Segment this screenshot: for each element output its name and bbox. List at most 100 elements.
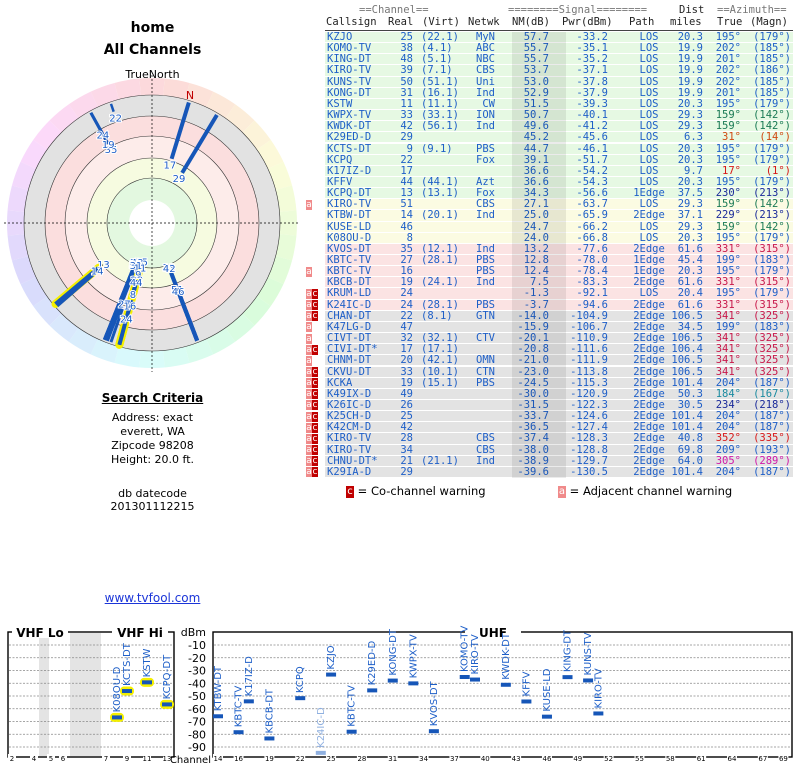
signal-bar[interactable]: [408, 681, 419, 686]
power-cell: -92.1: [576, 287, 608, 300]
x-tick-label: 16: [234, 755, 243, 763]
station-channel-label: 17: [163, 161, 176, 172]
table-row[interactable]: KIRO-TV 28 CBS -37.4 -128.3 2Edge 40.8 352° (335…: [325, 432, 793, 445]
virtual-channel-cell: (9.1): [421, 142, 453, 155]
table-row[interactable]: CKVU-DT 33 (10.1) CTN -23.0 -113.8 2Edge 106.5 3…: [325, 365, 793, 378]
power-cell: -128.3: [570, 432, 608, 445]
signal-bar[interactable]: [562, 675, 573, 680]
signal-bar[interactable]: [346, 729, 357, 734]
signal-bar[interactable]: [500, 682, 511, 687]
x-tick-label: 13: [163, 755, 172, 763]
adjacent-legend-text: = Adjacent channel warning: [569, 484, 733, 498]
header-nm: NM(dB): [512, 16, 550, 28]
signal-bar[interactable]: [593, 711, 604, 716]
signal-bar[interactable]: [295, 696, 306, 701]
signal-bar[interactable]: [142, 680, 152, 685]
unused-band-shade: [70, 633, 101, 756]
signal-bar[interactable]: [315, 750, 326, 755]
azimuth-magnetic-cell: (186°): [753, 64, 791, 77]
path-cell: LOS: [639, 142, 659, 155]
table-row[interactable]: K29IA-D 29 -39.6 -130.5 2Edge 101.4 204° (187°): [325, 465, 793, 478]
x-tick-label: 9: [125, 755, 129, 763]
path-cell: LOS: [639, 131, 659, 144]
signal-bar[interactable]: [112, 715, 122, 720]
x-tick-label: 49: [573, 755, 582, 763]
table-row[interactable]: KTBW-DT 14 (20.1) Ind 25.0 -65.9 2Edge 37.1 229°…: [325, 209, 793, 222]
virtual-channel-cell: (10.1): [421, 365, 459, 378]
header-path: Path: [629, 16, 655, 28]
signal-bar[interactable]: [428, 729, 439, 734]
azimuth-magnetic-cell: (179°): [753, 287, 791, 300]
signal-bar[interactable]: [367, 688, 378, 693]
legend-co-channel: c = Co-channel warning: [346, 484, 486, 498]
signal-bar[interactable]: [233, 730, 244, 735]
x-tick-label: 55: [635, 755, 644, 763]
header-signal-group: ========Signal========: [508, 4, 648, 16]
header-azimuth-group: ==Azimuth==: [717, 4, 787, 16]
real-channel-cell: 9: [406, 142, 413, 155]
network-cell: PBS: [476, 142, 495, 155]
table-row[interactable]: KCTS-DT 9 (9.1) PBS 44.7 -46.1 LOS 20.3 195° (179…: [325, 142, 793, 155]
signal-bar[interactable]: [459, 675, 470, 680]
adjacent-warning-badge: a: [306, 266, 312, 277]
signal-bar[interactable]: [470, 677, 480, 682]
real-channel-cell: 39: [400, 64, 413, 77]
signal-bar[interactable]: [162, 702, 172, 707]
adjacent-badge-icon: a: [558, 485, 566, 498]
polar-plot: N25384839503111 3342299221744135114468352…: [4, 75, 300, 372]
y-tick-label: -10: [188, 639, 206, 652]
table-row[interactable]: KRUM-LD 24 -1.3 -92.1 LOS 20.4 195° (179°): [325, 287, 793, 300]
signal-bar[interactable]: [387, 678, 398, 683]
path-cell: 2Edge: [633, 365, 665, 378]
network-cell: CTN: [476, 365, 495, 378]
noise-margin-cell: -37.4: [517, 432, 549, 445]
callsign-cell: K29ED-D: [327, 131, 372, 144]
x-tick-label: 14: [214, 755, 223, 763]
virtual-channel-cell: (15.1): [421, 376, 459, 389]
station-label: KVOS-DT: [429, 680, 440, 726]
azimuth-magnetic-cell: (187°): [753, 465, 791, 478]
co-channel-warning-badge: c: [312, 344, 318, 355]
co-channel-warning-badge: c: [312, 433, 318, 444]
real-channel-cell: 20: [400, 354, 413, 367]
distance-cell: 37.1: [677, 209, 703, 222]
search-city: everett, WA: [120, 425, 185, 438]
azimuth-true-cell: 195°: [715, 142, 741, 155]
signal-bar[interactable]: [264, 736, 275, 741]
power-cell: -65.9: [576, 209, 608, 222]
signal-bar[interactable]: [521, 699, 532, 704]
co-channel-warning-badge: c: [312, 400, 318, 411]
header-real: Real: [388, 16, 414, 28]
tvfool-link[interactable]: www.tvfool.com: [105, 591, 201, 605]
x-tick-label: 6: [61, 755, 66, 763]
table-row[interactable]: CHNM-DT 20 (42.1) OMN -21.0 -111.9 2Edge 106.5 3…: [325, 354, 793, 367]
signal-bar[interactable]: [213, 714, 223, 719]
signal-bar[interactable]: [583, 678, 594, 683]
x-tick-label: 43: [512, 755, 521, 763]
signal-bar[interactable]: [243, 699, 254, 704]
callsign-cell: KIRO-TV: [327, 432, 372, 445]
adjacent-warning-badge: a: [306, 322, 312, 333]
co-channel-warning-badge: c: [312, 467, 318, 478]
station-label: KBTC-TV: [347, 685, 358, 727]
virtual-channel-cell: (7.1): [421, 64, 453, 77]
table-row[interactable]: KIRO-TV 39 (7.1) CBS 53.7 -37.1 LOS 19.9 202° (18…: [325, 64, 793, 77]
signal-bar[interactable]: [541, 714, 552, 719]
co-channel-legend-text: = Co-channel warning: [357, 484, 486, 498]
table-row[interactable]: K29ED-D 29 45.2 -45.6 LOS 6.3 31° (14°): [325, 131, 793, 144]
station-channel-label: 29: [173, 174, 186, 185]
header-true: True: [717, 16, 743, 28]
station-label: K24IC-D: [316, 707, 327, 748]
virtual-channel-cell: (20.1): [421, 209, 459, 222]
network-cell: OMN: [476, 354, 495, 367]
station-label: KTBW-DT: [213, 665, 224, 711]
station-label: K17IZ-D: [244, 656, 255, 697]
header-channel-group: ==Channel==: [359, 4, 429, 16]
signal-bar[interactable]: [326, 672, 337, 677]
x-tick-label: 7: [104, 755, 108, 763]
distance-cell: 101.4: [671, 465, 703, 478]
co-channel-warning-badge: c: [312, 378, 318, 389]
virtual-channel-cell: (42.1): [421, 354, 459, 367]
signal-bar[interactable]: [122, 689, 132, 694]
network-cell: Ind: [476, 209, 495, 222]
